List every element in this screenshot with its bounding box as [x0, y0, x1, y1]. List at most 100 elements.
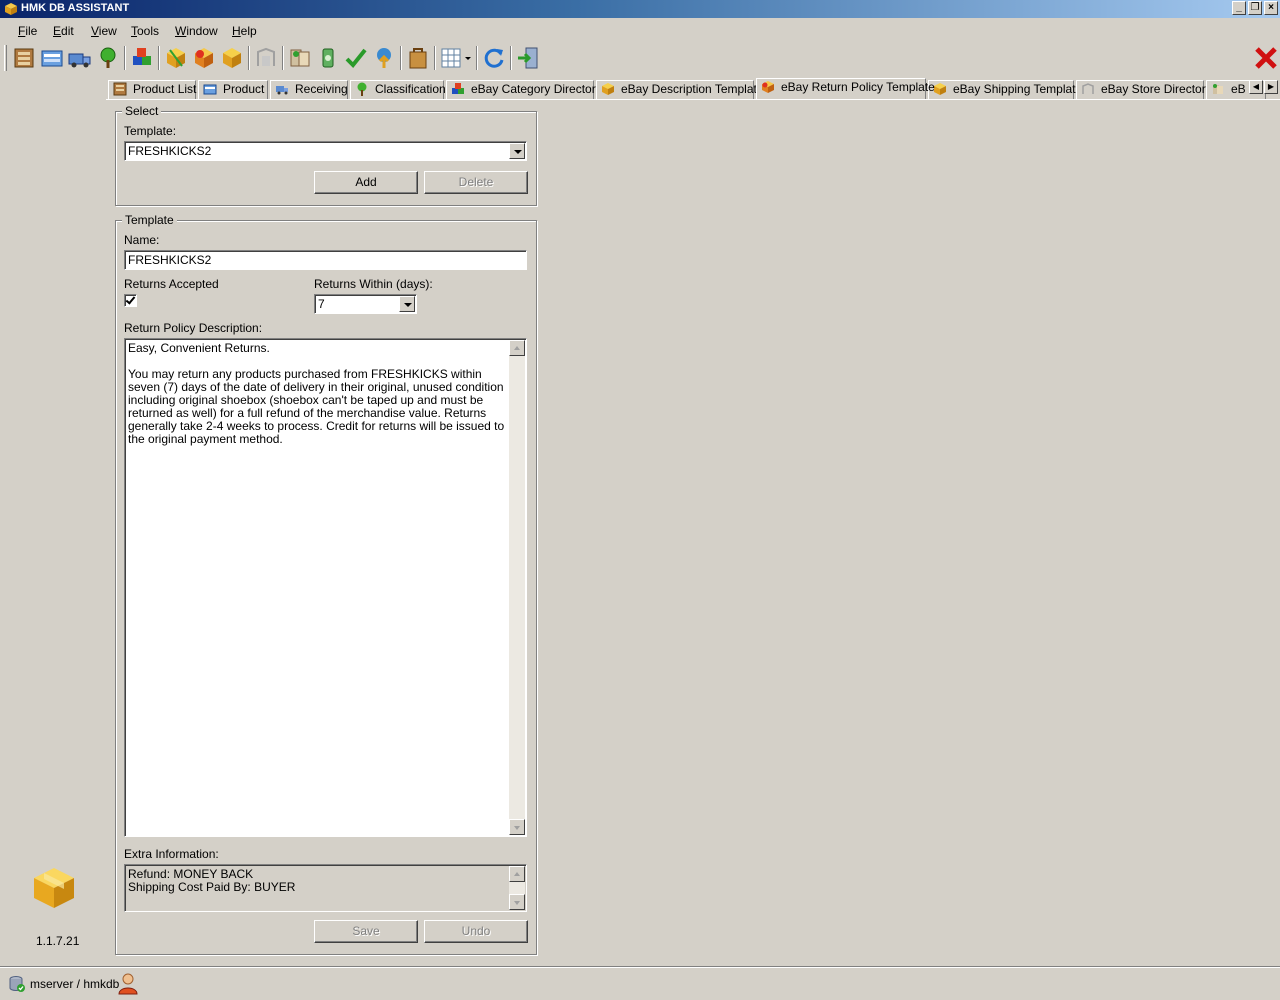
toolbar-separator: [282, 46, 284, 70]
tab-label: Receiving: [295, 82, 348, 96]
template-label: Template:: [124, 124, 177, 138]
grid-dropdown-icon[interactable]: [440, 46, 472, 70]
listing-icon[interactable]: [288, 46, 312, 70]
save-button[interactable]: Save: [314, 920, 418, 943]
payment-icon[interactable]: [316, 46, 340, 70]
menu-file[interactable]: File: [18, 24, 37, 38]
description-textarea[interactable]: Easy, Convenient Returns. You may return…: [124, 338, 527, 837]
title-bar: HMK DB ASSISTANT _ ❐ ×: [0, 0, 1280, 18]
scroll-up-icon[interactable]: [509, 340, 525, 356]
returns-accepted-label: Returns Accepted: [124, 277, 219, 291]
connection-status: mserver / hmkdb: [30, 977, 120, 991]
classification-icon: [357, 82, 367, 96]
toolbar-separator: [510, 46, 512, 70]
extra-info-textarea[interactable]: Refund: MONEY BACK Shipping Cost Paid By…: [124, 864, 527, 912]
menu-help[interactable]: Help: [232, 24, 257, 38]
tab-ebay-return-policy-template[interactable]: eBay Return Policy Template: [756, 78, 935, 99]
description-scrollbar[interactable]: [509, 340, 525, 835]
menu-edit[interactable]: Edit: [53, 24, 74, 38]
window-title: HMK DB ASSISTANT: [21, 2, 130, 14]
tab-ebay-store-directory[interactable]: eBay Store Directory: [1076, 80, 1212, 99]
delete-button[interactable]: Delete: [424, 171, 528, 194]
tab-scroll-right-icon[interactable]: ▶: [1264, 80, 1278, 94]
menu-window[interactable]: Window: [175, 24, 218, 38]
scroll-up-icon[interactable]: [509, 866, 525, 882]
exit-icon[interactable]: [516, 46, 540, 70]
tab-label: Classification: [375, 82, 446, 96]
return-policy-icon[interactable]: [192, 46, 216, 70]
menu-tools[interactable]: Tools: [131, 24, 159, 38]
tab-receiving[interactable]: Receiving: [270, 80, 348, 99]
template-select[interactable]: FRESHKICKS2: [124, 141, 527, 161]
category-directory-icon[interactable]: [130, 46, 154, 70]
tab-label: Product: [223, 82, 265, 96]
tab-product[interactable]: Product: [198, 80, 268, 99]
receiving-icon[interactable]: [68, 46, 92, 70]
tab-label: eBay Description Template: [621, 82, 764, 96]
template-select-value: FRESHKICKS2: [128, 144, 212, 158]
toolbar-separator: [158, 46, 160, 70]
name-field[interactable]: FRESHKICKS2: [124, 250, 527, 270]
description-label: Return Policy Description:: [124, 321, 263, 335]
tab-label: eBay Store Directory: [1101, 82, 1212, 96]
app-box-icon: [5, 3, 17, 15]
user-icon: [118, 973, 138, 995]
close-icon[interactable]: [1254, 46, 1278, 70]
receiving-icon: [276, 86, 288, 95]
name-label: Name:: [124, 233, 160, 247]
product-list-icon[interactable]: [12, 46, 36, 70]
tab-ebay-description-template[interactable]: eBay Description Template: [596, 80, 764, 99]
store-directory-icon: [1082, 83, 1094, 94]
toolbar-separator: [124, 46, 126, 70]
store-directory-icon[interactable]: [254, 46, 278, 70]
tab-label: eBay Category Directory: [471, 82, 602, 96]
upload-icon[interactable]: [372, 46, 396, 70]
product-icon[interactable]: [40, 46, 64, 70]
category-directory-icon: [452, 83, 464, 94]
returns-within-label: Returns Within (days):: [314, 277, 433, 291]
refresh-icon[interactable]: [482, 46, 506, 70]
toolbar-separator: [400, 46, 402, 70]
tab-ebay-shipping-template[interactable]: eBay Shipping Template: [928, 80, 1082, 99]
left-panel: 1.1.7.21: [0, 74, 106, 964]
tab-scroll-left-icon[interactable]: ◀: [1249, 80, 1263, 94]
minimize-button[interactable]: _: [1232, 1, 1246, 15]
returns-within-select[interactable]: 7: [314, 294, 417, 314]
toolbar-grip[interactable]: [4, 45, 7, 71]
toolbar-separator: [434, 46, 436, 70]
tab-classification[interactable]: Classification: [350, 80, 446, 99]
return-policy-icon: [762, 81, 774, 93]
restore-button[interactable]: ❐: [1248, 1, 1262, 15]
extra-info-scrollbar[interactable]: [509, 866, 525, 910]
ebay-listing-icon: [1213, 84, 1223, 94]
bag-icon[interactable]: [406, 46, 430, 70]
chevron-down-icon[interactable]: [399, 296, 415, 312]
checkmark-icon[interactable]: [344, 46, 368, 70]
scroll-down-icon[interactable]: [509, 894, 525, 910]
menu-bar: File Edit View Tools Window Help: [0, 20, 1280, 42]
add-button[interactable]: Add: [314, 171, 418, 194]
close-window-button[interactable]: ×: [1264, 1, 1278, 15]
returns-accepted-checkbox[interactable]: [124, 294, 137, 307]
tab-strip: Product List Product Receiving Classific…: [108, 78, 1280, 99]
description-template-icon[interactable]: [164, 46, 188, 70]
undo-button[interactable]: Undo: [424, 920, 528, 943]
tab-ebay-category-directory[interactable]: eBay Category Directory: [446, 80, 602, 99]
database-icon: [9, 976, 25, 992]
product-icon: [203, 84, 217, 95]
select-group-legend: Select: [122, 104, 162, 118]
toolbar-separator: [476, 46, 478, 70]
description-template-icon: [602, 83, 614, 95]
tab-label: eBay Return Policy Template: [781, 80, 935, 94]
tab-product-list[interactable]: Product List: [108, 80, 196, 99]
toolbar-separator: [248, 46, 250, 70]
shipping-template-icon[interactable]: [220, 46, 244, 70]
classification-icon[interactable]: [96, 46, 120, 70]
menu-view[interactable]: View: [91, 24, 117, 38]
product-list-icon: [113, 82, 127, 96]
extra-info-text: Refund: MONEY BACK Shipping Cost Paid By…: [128, 867, 296, 894]
chevron-down-icon[interactable]: [509, 143, 525, 159]
template-group-legend: Template: [122, 213, 177, 227]
scroll-down-icon[interactable]: [509, 819, 525, 835]
shipping-template-icon: [934, 83, 946, 95]
